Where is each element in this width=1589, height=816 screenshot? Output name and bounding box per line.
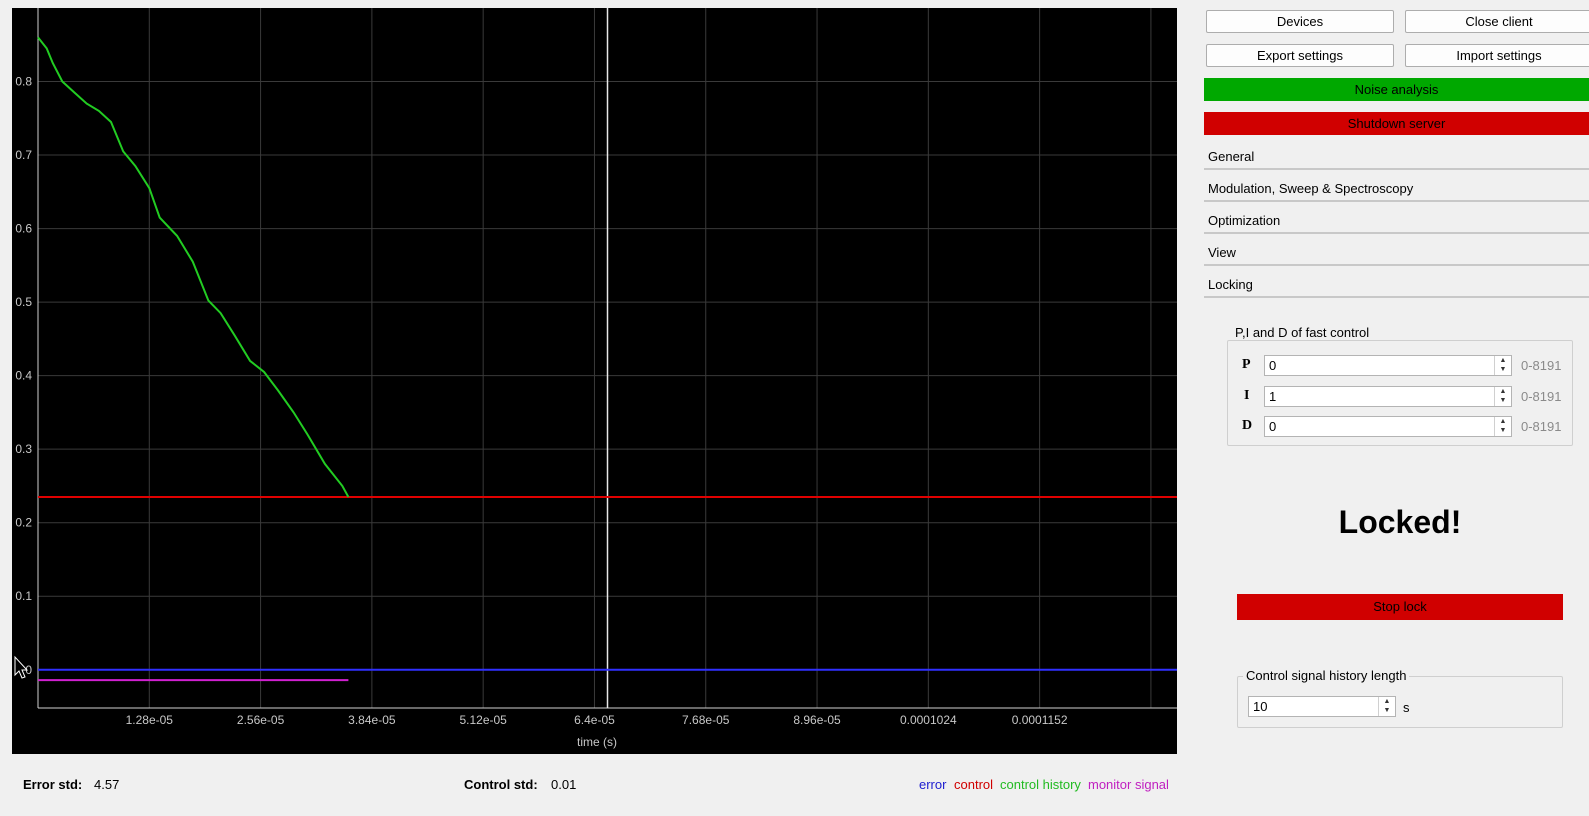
section-locking-label: Locking	[1208, 277, 1253, 292]
history-unit: s	[1403, 700, 1410, 715]
y-tick-label: 0.1	[15, 589, 32, 603]
import-settings-button[interactable]: Import settings	[1405, 44, 1589, 67]
section-optimization-label: Optimization	[1208, 213, 1281, 228]
legend-control: control	[954, 777, 994, 792]
export-settings-button[interactable]: Export settings	[1206, 44, 1394, 67]
spin-down-icon[interactable]: ▼	[1495, 365, 1511, 374]
tick-layer: 1.28e-05 2.56e-05 3.84e-05 5.12e-05 6.4e-05 7…	[15, 75, 1068, 727]
noise-analysis-button[interactable]: Noise analysis	[1204, 78, 1589, 101]
plot-area[interactable]: 1.28e-05 2.56e-05 3.84e-05 5.12e-05 6.4e-05 7…	[12, 8, 1177, 754]
section-modulation[interactable]: Modulation, Sweep & Spectroscopy	[1204, 177, 1589, 202]
spin-up-icon[interactable]: ▲	[1495, 417, 1511, 426]
x-axis-label: time (s)	[577, 735, 617, 749]
x-tick-label: 0.0001152	[1012, 713, 1068, 727]
i-label: I	[1244, 388, 1250, 403]
d-spin-arrows[interactable]: ▲ ▼	[1494, 417, 1511, 436]
spin-up-icon[interactable]: ▲	[1379, 697, 1395, 706]
p-label: P	[1242, 357, 1251, 372]
locked-status: Locked!	[1338, 504, 1462, 540]
section-optimization[interactable]: Optimization	[1204, 209, 1589, 234]
x-tick-label: 1.28e-05	[126, 713, 174, 727]
p-spinbox[interactable]: ▲ ▼	[1264, 355, 1512, 376]
section-general-label: General	[1208, 149, 1255, 164]
error-std-value: 4.57	[94, 777, 120, 792]
y-tick-label: 0.3	[15, 442, 32, 456]
legend-control-history: control history	[1000, 777, 1081, 792]
legend-monitor-signal: monitor signal	[1088, 777, 1169, 792]
y-tick-label: 0.6	[15, 222, 32, 236]
spin-down-icon[interactable]: ▼	[1495, 426, 1511, 435]
y-tick-label: 0.4	[15, 369, 32, 383]
y-tick-label: 0.8	[15, 75, 32, 89]
section-modulation-label: Modulation, Sweep & Spectroscopy	[1208, 181, 1414, 196]
x-tick-label: 8.96e-05	[793, 713, 841, 727]
error-std-label: Error std:	[23, 777, 83, 792]
section-view[interactable]: View	[1204, 241, 1589, 266]
control-std-label: Control std:	[464, 777, 538, 792]
x-tick-label: 6.4e-05	[574, 713, 615, 727]
history-spin-arrows[interactable]: ▲ ▼	[1378, 697, 1395, 716]
history-spinbox[interactable]: ▲ ▼	[1248, 696, 1396, 717]
i-input[interactable]	[1267, 388, 1493, 405]
close-client-button[interactable]: Close client	[1405, 10, 1589, 33]
plot-svg[interactable]: 1.28e-05 2.56e-05 3.84e-05 5.12e-05 6.4e-05 7…	[12, 8, 1177, 754]
stop-lock-button[interactable]: Stop lock	[1237, 594, 1563, 620]
d-spinbox[interactable]: ▲ ▼	[1264, 416, 1512, 437]
d-input[interactable]	[1267, 418, 1493, 435]
spin-down-icon[interactable]: ▼	[1379, 706, 1395, 715]
spin-up-icon[interactable]: ▲	[1495, 356, 1511, 365]
pid-group-title: P,I and D of fast control	[1232, 325, 1373, 340]
spin-down-icon[interactable]: ▼	[1495, 396, 1511, 405]
i-range: 0-8191	[1521, 389, 1562, 404]
spin-up-icon[interactable]: ▲	[1495, 387, 1511, 396]
axis-layer	[37, 8, 1177, 709]
p-spin-arrows[interactable]: ▲ ▼	[1494, 356, 1511, 375]
p-range: 0-8191	[1521, 358, 1562, 373]
section-view-label: View	[1208, 245, 1236, 260]
y-tick-label: 0.5	[15, 295, 32, 309]
series-control-history	[37, 36, 350, 498]
x-tick-label: 3.84e-05	[348, 713, 396, 727]
control-std-value: 0.01	[551, 777, 577, 792]
history-group-title: Control signal history length	[1243, 668, 1410, 683]
shutdown-server-button[interactable]: Shutdown server	[1204, 112, 1589, 135]
x-tick-label: 0.0001024	[900, 713, 957, 727]
legend-error: error	[919, 777, 947, 792]
i-spinbox[interactable]: ▲ ▼	[1264, 386, 1512, 407]
y-tick-label: 0.7	[15, 148, 32, 162]
section-locking[interactable]: Locking	[1204, 273, 1589, 298]
devices-button[interactable]: Devices	[1206, 10, 1394, 33]
x-tick-label: 5.12e-05	[459, 713, 507, 727]
i-spin-arrows[interactable]: ▲ ▼	[1494, 387, 1511, 406]
d-label: D	[1242, 418, 1253, 433]
section-general[interactable]: General	[1204, 145, 1589, 170]
x-tick-label: 2.56e-05	[237, 713, 285, 727]
y-tick-label: 0.2	[15, 516, 32, 530]
d-range: 0-8191	[1521, 419, 1562, 434]
history-input[interactable]	[1251, 698, 1377, 715]
p-input[interactable]	[1267, 357, 1493, 374]
x-tick-label: 7.68e-05	[682, 713, 730, 727]
